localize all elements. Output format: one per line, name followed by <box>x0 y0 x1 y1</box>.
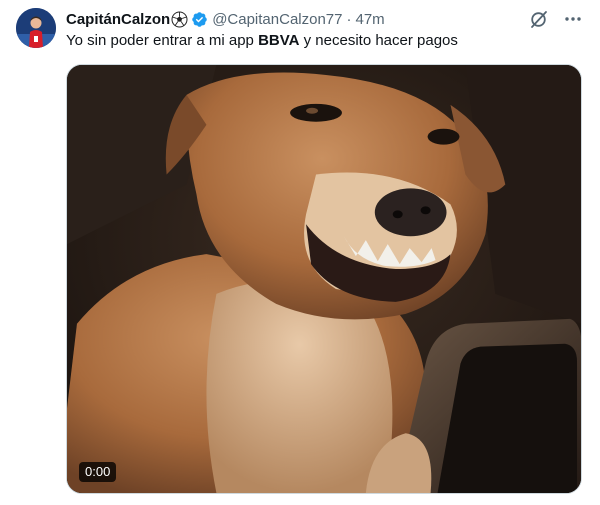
tweet[interactable]: CapitánCalzon @CapitanCalzon77 · 47m Yo … <box>0 0 600 505</box>
avatar[interactable] <box>16 8 56 48</box>
soccer-ball-icon <box>171 11 188 28</box>
tweet-text-end: y necesito hacer pagos <box>299 32 458 49</box>
video-player[interactable]: 0:00 <box>66 64 582 494</box>
timestamp[interactable]: 47m <box>356 11 385 28</box>
video-duration-badge: 0:00 <box>79 462 117 482</box>
user-handle[interactable]: @CapitanCalzon77 <box>212 11 342 28</box>
tweet-actions <box>528 8 584 30</box>
tweet-text-bold: BBVA <box>258 32 300 49</box>
tweet-text-start: Yo sin poder entrar a mi app <box>66 32 259 49</box>
verified-badge-icon[interactable] <box>191 11 208 28</box>
display-name[interactable]: CapitánCalzon <box>66 11 170 28</box>
video-thumbnail <box>67 65 581 493</box>
separator-dot: · <box>346 10 352 28</box>
grok-slash-icon[interactable] <box>528 8 550 30</box>
tweet-text: Yo sin poder entrar a mi app BBVA y nece… <box>66 31 458 51</box>
more-dots-icon[interactable] <box>562 8 584 30</box>
tweet-header: CapitánCalzon @CapitanCalzon77 · 47m <box>66 8 385 30</box>
